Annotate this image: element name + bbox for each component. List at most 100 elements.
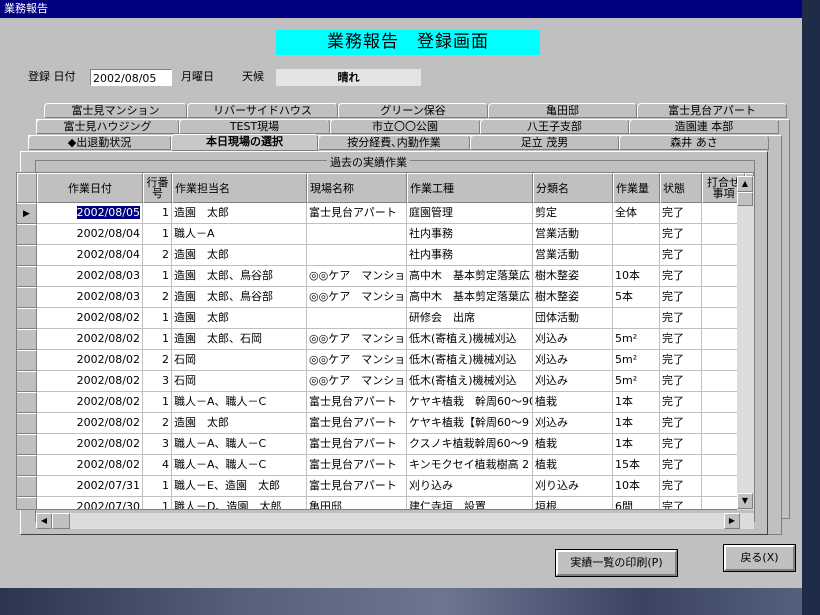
cell-worker[interactable]: 造園 太郎、鳥谷部 (172, 287, 307, 308)
cell-site[interactable] (307, 245, 407, 266)
cell-category[interactable]: 刈込み (533, 371, 613, 392)
cell-quantity[interactable]: 全体 (613, 203, 660, 224)
back-button[interactable]: 戻る(X) (723, 544, 796, 572)
cell-category[interactable]: 垣根 (533, 497, 613, 509)
tab-today-site-selection[interactable]: 本日現場の選択 (171, 134, 318, 151)
table-row[interactable]: 2002/08/02 1 造園 太郎 研修会 出席 団体活動 完了 (17, 308, 753, 329)
cell-worker[interactable]: 職人－A、職人－C (172, 392, 307, 413)
cell-work-type[interactable]: 低木(寄植え)機械刈込 (407, 350, 533, 371)
cell-worker[interactable]: 職人－A、職人－C (172, 455, 307, 476)
cell-worker[interactable]: 造園 太郎、石岡 (172, 329, 307, 350)
cell-status[interactable]: 完了 (660, 371, 702, 392)
table-row[interactable]: 2002/08/03 1 造園 太郎、鳥谷部 ◎◎ケア マンショ 高中木 基本剪定落葉広… (17, 266, 753, 287)
row-selector[interactable] (17, 287, 37, 308)
arrow-right-icon[interactable]: ▶ (724, 513, 740, 529)
date-input[interactable]: 2002/08/05 (90, 69, 172, 86)
cell-category[interactable]: 樹木整姿 (533, 266, 613, 287)
cell-quantity[interactable]: 10本 (613, 476, 660, 497)
tab-fujimidai-apartment[interactable]: 富士見台アパート (637, 103, 787, 118)
cell-work-type[interactable]: 社内事務 (407, 224, 533, 245)
cell-worker[interactable]: 職人－E、造園 太郎 (172, 476, 307, 497)
cell-site[interactable]: ◎◎ケア マンショ (307, 266, 407, 287)
row-selector[interactable] (17, 350, 37, 371)
cell-quantity[interactable] (613, 308, 660, 329)
cell-date[interactable]: 2002/08/05 (37, 203, 143, 224)
row-selector[interactable] (17, 392, 37, 413)
vertical-scrollbar[interactable]: ▲ ▼ (737, 176, 754, 510)
tab-hachioji-branch[interactable]: 八王子支部 (480, 119, 629, 134)
row-selector[interactable] (17, 224, 37, 245)
cell-worker[interactable]: 造園 太郎、鳥谷部 (172, 266, 307, 287)
tab-fujimi-housing[interactable]: 富士見ハウジング (36, 119, 179, 134)
table-row[interactable]: 2002/08/04 2 造園 太郎 社内事務 営業活動 完了 (17, 245, 753, 266)
cell-work-type[interactable]: 刈り込み (407, 476, 533, 497)
cell-line-no[interactable]: 1 (143, 497, 172, 509)
cell-site[interactable]: 富士見台アパート (307, 392, 407, 413)
cell-quantity[interactable]: 15本 (613, 455, 660, 476)
cell-worker[interactable]: 造園 太郎 (172, 203, 307, 224)
tab-green-hoya[interactable]: グリーン保谷 (338, 103, 488, 118)
cell-work-type[interactable]: 建仁寺垣 設置 (407, 497, 533, 509)
table-row[interactable]: 2002/08/04 1 職人－A 社内事務 営業活動 完了 (17, 224, 753, 245)
cell-quantity[interactable] (613, 245, 660, 266)
cell-status[interactable]: 完了 (660, 476, 702, 497)
cell-worker[interactable]: 石岡 (172, 371, 307, 392)
row-selector[interactable] (17, 266, 37, 287)
cell-site[interactable]: ◎◎ケア マンショ (307, 287, 407, 308)
cell-line-no[interactable]: 1 (143, 224, 172, 245)
cell-quantity[interactable]: 5m² (613, 350, 660, 371)
cell-site[interactable]: ◎◎ケア マンショ (307, 329, 407, 350)
cell-site[interactable]: ◎◎ケア マンショ (307, 371, 407, 392)
cell-site[interactable]: 富士見台アパート (307, 455, 407, 476)
tab-adachi-shigeo[interactable]: 足立 茂男 (470, 135, 619, 150)
cell-status[interactable]: 完了 (660, 497, 702, 509)
cell-category[interactable]: 営業活動 (533, 245, 613, 266)
cell-work-type[interactable]: 低木(寄植え)機械刈込 (407, 371, 533, 392)
cell-work-type[interactable]: ケヤキ植栽 幹周60～90cm未満 (407, 392, 533, 413)
row-selector[interactable] (17, 413, 37, 434)
cell-line-no[interactable]: 1 (143, 308, 172, 329)
cell-status[interactable]: 完了 (660, 203, 702, 224)
cell-work-type[interactable]: キンモクセイ植栽樹高 2 (407, 455, 533, 476)
cell-category[interactable]: 営業活動 (533, 224, 613, 245)
cell-date[interactable]: 2002/08/02 (37, 371, 143, 392)
row-selector[interactable] (17, 245, 37, 266)
table-row[interactable]: 2002/08/02 1 職人－A、職人－C 富士見台アパート ケヤキ植栽 幹周60～9… (17, 392, 753, 413)
cell-site[interactable]: 富士見台アパート (307, 413, 407, 434)
tab-apportioned-expenses[interactable]: 按分経費､内勤作業 (318, 135, 470, 150)
cell-category[interactable]: 樹木整姿 (533, 287, 613, 308)
cell-category[interactable]: 刈込み (533, 413, 613, 434)
cell-category[interactable]: 刈込み (533, 350, 613, 371)
cell-worker[interactable]: 職人－A (172, 224, 307, 245)
cell-work-type[interactable]: 庭園管理 (407, 203, 533, 224)
table-row[interactable]: ▶ 2002/08/05 1 造園 太郎 富士見台アパート 庭園管理 剪定 全体 完了 (17, 203, 753, 224)
cell-date[interactable]: 2002/08/04 (37, 245, 143, 266)
cell-date[interactable]: 2002/08/02 (37, 434, 143, 455)
cell-worker[interactable]: 石岡 (172, 350, 307, 371)
row-selector[interactable] (17, 308, 37, 329)
cell-quantity[interactable]: 6間 (613, 497, 660, 509)
cell-line-no[interactable]: 1 (143, 476, 172, 497)
cell-category[interactable]: 剪定 (533, 203, 613, 224)
table-row[interactable]: 2002/08/03 2 造園 太郎、鳥谷部 ◎◎ケア マンショ 高中木 基本剪定落葉広… (17, 287, 753, 308)
cell-line-no[interactable]: 2 (143, 350, 172, 371)
cell-quantity[interactable]: 5m² (613, 371, 660, 392)
cell-date[interactable]: 2002/08/02 (37, 329, 143, 350)
cell-line-no[interactable]: 1 (143, 266, 172, 287)
table-row[interactable]: 2002/08/02 1 造園 太郎、石岡 ◎◎ケア マンショ 低木(寄植え)機械刈込刈… (17, 329, 753, 350)
cell-date[interactable]: 2002/08/03 (37, 287, 143, 308)
table-row[interactable]: 2002/08/02 3 職人－A、職人－C 富士見台アパート クスノキ植栽幹周60～9… (17, 434, 753, 455)
table-row[interactable]: 2002/08/02 4 職人－A、職人－C 富士見台アパート キンモクセイ植栽樹高 2… (17, 455, 753, 476)
print-results-button[interactable]: 実績一覧の印刷(P) (555, 549, 678, 577)
cell-status[interactable]: 完了 (660, 392, 702, 413)
horizontal-scrollbar[interactable]: ◀ ▶ (36, 513, 754, 529)
arrow-down-icon[interactable]: ▼ (737, 493, 753, 509)
cell-category[interactable]: 刈込み (533, 329, 613, 350)
cell-line-no[interactable]: 2 (143, 413, 172, 434)
cell-date[interactable]: 2002/07/31 (37, 476, 143, 497)
cell-line-no[interactable]: 2 (143, 245, 172, 266)
tab-morii-asa[interactable]: 森井 あさ (619, 135, 769, 150)
cell-line-no[interactable]: 1 (143, 329, 172, 350)
cell-site[interactable] (307, 308, 407, 329)
arrow-left-icon[interactable]: ◀ (36, 513, 52, 529)
